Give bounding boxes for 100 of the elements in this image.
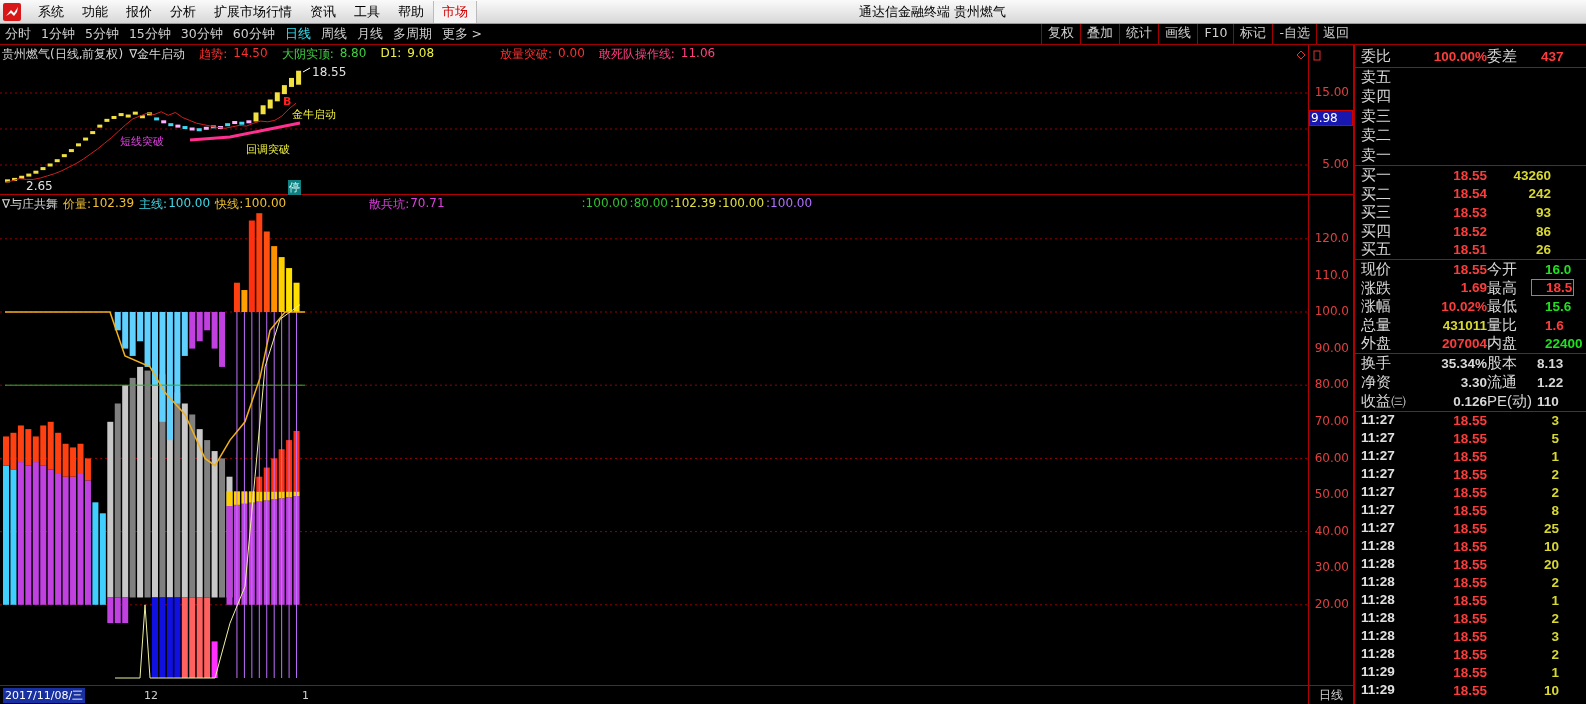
signal-label: 短线突破 xyxy=(120,134,164,149)
quote-label: 股本 xyxy=(1487,353,1518,373)
menu-item[interactable]: 功能 xyxy=(73,2,117,21)
tick-price: 18.55 xyxy=(1452,485,1487,501)
tick-time: 11:28 xyxy=(1361,537,1396,555)
axis-label: 90.00 xyxy=(1314,340,1349,355)
tick-time: 11:28 xyxy=(1361,591,1396,609)
tick-price: 18.55 xyxy=(1452,431,1487,447)
bid-label: 买五 xyxy=(1361,240,1392,259)
tick-time: 11:27 xyxy=(1361,501,1396,519)
period-tab[interactable]: 60分钟 xyxy=(227,25,280,43)
market-button[interactable]: 市场 xyxy=(433,0,477,23)
indicator-value: 9.08 xyxy=(407,46,435,62)
signal-label: 回调突破 xyxy=(246,142,290,157)
period-tab[interactable]: 多周期 xyxy=(387,25,437,43)
tick-volume: 1 xyxy=(1550,449,1559,465)
indicator-output: :100.00 xyxy=(718,196,765,212)
tick-volume: 3 xyxy=(1550,629,1559,645)
bid-label: 买一 xyxy=(1361,165,1392,185)
quote-label: 委比 xyxy=(1361,46,1392,66)
square-icon[interactable] xyxy=(1313,50,1321,61)
indicator-name[interactable]: ∇与庄共舞 xyxy=(2,196,59,213)
menu-item[interactable]: 报价 xyxy=(117,2,161,21)
limit-up-badge: 停 xyxy=(288,180,301,195)
diamond-icon[interactable] xyxy=(1296,50,1306,60)
period-tab[interactable]: 周线 xyxy=(315,25,352,43)
menu-item[interactable]: 工具 xyxy=(345,2,389,21)
quote-value: 437 xyxy=(1540,48,1564,64)
tick-price: 18.55 xyxy=(1452,611,1487,627)
indicator-label: 散兵坑: xyxy=(369,196,410,213)
tick-volume: 2 xyxy=(1550,611,1559,627)
bid-volume: 26 xyxy=(1534,242,1551,258)
high-price-label: 18.55 xyxy=(312,65,347,79)
indicator-value: 11.06 xyxy=(680,46,716,62)
quote-label: 量比 xyxy=(1487,315,1518,335)
period-tab[interactable]: 更多 > xyxy=(436,25,488,43)
tick-volume: 10 xyxy=(1542,683,1559,699)
tick-time: 11:28 xyxy=(1361,627,1396,645)
axis-label: 50.00 xyxy=(1314,487,1349,502)
indicator-label: D1: xyxy=(380,46,402,62)
bid-price: 18.51 xyxy=(1452,242,1487,258)
menu-item[interactable]: 资讯 xyxy=(301,2,345,21)
tick-time: 11:28 xyxy=(1361,555,1396,573)
indicator-output: :80.00 xyxy=(629,196,668,212)
indicator-value: 8.80 xyxy=(339,46,367,62)
quote-value: 431011 xyxy=(1441,317,1487,333)
bid-price: 18.52 xyxy=(1452,223,1487,239)
period-tab[interactable]: 1分钟 xyxy=(36,25,80,43)
tick-price: 18.55 xyxy=(1452,449,1487,465)
current-price-tag: 9.98 xyxy=(1309,110,1353,126)
menu-item[interactable]: 帮助 xyxy=(389,2,433,21)
tick-volume: 5 xyxy=(1550,431,1559,447)
ask-label: 卖三 xyxy=(1361,106,1391,124)
tick-price: 18.55 xyxy=(1452,413,1487,429)
tick-volume: 2 xyxy=(1550,467,1559,483)
axis-label: 110.0 xyxy=(1314,267,1349,282)
tick-time: 11:28 xyxy=(1361,645,1396,663)
quote-label: 外盘 xyxy=(1361,334,1392,353)
ask-label: 卖四 xyxy=(1361,87,1391,105)
quote-value: 8.13 xyxy=(1536,355,1564,371)
stock-title: 贵州燃气(日线,前复权) xyxy=(2,46,124,63)
quote-value: 15.6 xyxy=(1544,298,1572,314)
menu-item[interactable]: 扩展市场行情 xyxy=(205,2,301,21)
indicator-name[interactable]: ∇金牛启动 xyxy=(129,46,186,63)
bid-volume: 93 xyxy=(1534,204,1551,220)
axis-label: 40.00 xyxy=(1314,523,1349,538)
quote-value: 10.02% xyxy=(1440,298,1487,314)
menu-item[interactable]: 分析 xyxy=(161,2,205,21)
tick-time: 11:29 xyxy=(1361,663,1396,681)
bid-label: 买四 xyxy=(1361,221,1392,241)
period-tab[interactable]: 5分钟 xyxy=(79,25,124,43)
ask-label: 卖五 xyxy=(1361,68,1391,85)
menu-item[interactable]: 系统 xyxy=(29,2,73,21)
period-tab[interactable]: 分时 xyxy=(0,25,36,43)
quote-value: 1.6 xyxy=(1544,317,1564,333)
period-tab[interactable]: 30分钟 xyxy=(175,25,228,43)
leader-line xyxy=(302,67,311,73)
period-tab[interactable]: 日线 xyxy=(279,25,316,43)
date-label: 12 xyxy=(143,688,160,702)
quote-value: 18.5 xyxy=(1531,279,1575,297)
tick-volume: 1 xyxy=(1550,665,1559,681)
bid-label: 买三 xyxy=(1361,203,1392,222)
quote-label: PE(动) xyxy=(1487,391,1531,411)
ask-label: 卖二 xyxy=(1361,126,1391,144)
indicator-label: 主线: xyxy=(139,196,168,213)
signal-label: 金牛启动 xyxy=(292,107,336,122)
candlestick xyxy=(296,70,302,85)
tick-volume: 3 xyxy=(1550,413,1559,429)
axis-label: 120.0 xyxy=(1314,231,1349,245)
indicator-label: 价量: xyxy=(63,196,92,213)
tick-price: 18.55 xyxy=(1452,665,1487,681)
indicator-value: 70.71 xyxy=(410,196,445,212)
quote-label: 委差 xyxy=(1487,46,1518,66)
tick-time: 11:27 xyxy=(1361,519,1396,537)
period-tab[interactable]: 月线 xyxy=(351,25,388,43)
period-tab[interactable]: 15分钟 xyxy=(123,25,176,43)
tick-volume: 25 xyxy=(1542,521,1559,537)
quote-value: 35.34% xyxy=(1440,355,1487,371)
quote-label: 流通 xyxy=(1487,372,1518,392)
indicator-value: 100.00 xyxy=(168,196,211,212)
